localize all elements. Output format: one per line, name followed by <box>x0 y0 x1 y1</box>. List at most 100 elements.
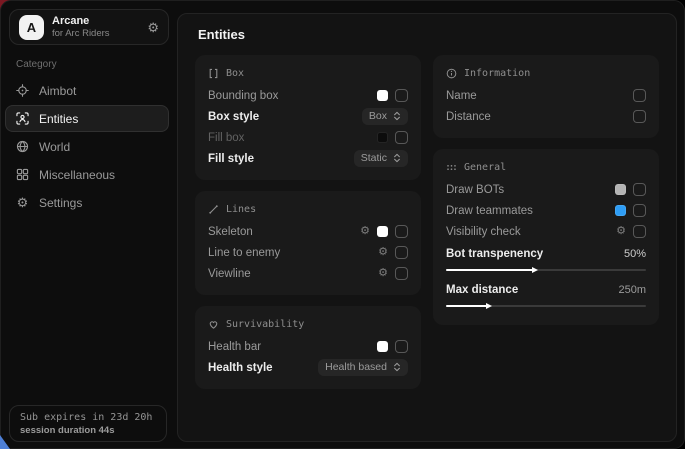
panel-title: General <box>464 162 506 173</box>
row-draw-teammates: Draw teammates <box>446 200 646 221</box>
select-value: Box <box>369 111 387 123</box>
row-bounding-box: Bounding box <box>208 85 408 106</box>
sidebar-item-label: Miscellaneous <box>39 168 115 182</box>
heart-icon <box>208 319 219 330</box>
row-label: Draw teammates <box>446 205 533 217</box>
sidebar-item-miscellaneous[interactable]: Miscellaneous <box>5 161 169 188</box>
row-label: Visibility check <box>446 226 521 238</box>
panel-lines: Lines Skeleton ⚙ Line to enemy ⚙ <box>195 191 421 295</box>
color-swatch[interactable] <box>615 184 626 195</box>
app-window: A Arcane for Arc Riders ⚙ Category Aimbo… <box>0 0 685 449</box>
chevron-updown-icon <box>393 111 401 121</box>
row-label: Draw BOTs <box>446 184 504 196</box>
row-label: Line to enemy <box>208 247 280 259</box>
gear-icon[interactable]: ⚙ <box>378 247 388 258</box>
slider-fill[interactable] <box>446 305 490 307</box>
slider-bot-transparency: Bot transpenency 50% <box>446 242 646 271</box>
row-fill-style: Fill style Static <box>208 148 408 169</box>
gear-icon[interactable]: ⚙ <box>147 21 159 34</box>
chevron-updown-icon <box>393 153 401 163</box>
row-skeleton: Skeleton ⚙ <box>208 221 408 242</box>
row-label: Bounding box <box>208 90 278 102</box>
health-style-select[interactable]: Health based <box>318 359 408 377</box>
slider-track[interactable] <box>446 269 646 271</box>
slider-fill[interactable] <box>446 269 536 271</box>
row-name: Name <box>446 85 646 106</box>
sidebar-item-entities[interactable]: Entities <box>5 105 169 132</box>
globe-icon <box>16 140 29 153</box>
slider-value: 50% <box>624 248 646 260</box>
sidebar-item-label: Settings <box>39 196 82 210</box>
row-viewline: Viewline ⚙ <box>208 263 408 284</box>
gear-icon[interactable]: ⚙ <box>378 268 388 279</box>
entity-scan-icon <box>16 112 29 125</box>
row-label: Health style <box>208 362 273 374</box>
row-fill-box: Fill box <box>208 127 408 148</box>
checkbox[interactable] <box>633 110 646 123</box>
checkbox[interactable] <box>395 225 408 238</box>
panel-information: Information Name Distance <box>433 55 659 138</box>
checkbox[interactable] <box>395 340 408 353</box>
gear-icon: ⚙ <box>16 196 29 209</box>
row-health-style: Health style Health based <box>208 357 408 378</box>
sidebar-item-aimbot[interactable]: Aimbot <box>5 77 169 104</box>
left-column: Box Bounding box Box style Box <box>195 55 421 400</box>
session-duration-text: session duration 44s <box>20 424 156 437</box>
checkbox[interactable] <box>633 183 646 196</box>
sidebar: A Arcane for Arc Riders ⚙ Category Aimbo… <box>1 1 173 448</box>
sidebar-item-world[interactable]: World <box>5 133 169 160</box>
row-visibility-check: Visibility check ⚙ <box>446 221 646 242</box>
gear-icon[interactable]: ⚙ <box>616 226 626 237</box>
grid-icon <box>16 168 29 181</box>
row-label: Name <box>446 90 477 102</box>
app-title: Arcane <box>52 15 110 28</box>
info-icon <box>446 68 457 79</box>
gear-icon[interactable]: ⚙ <box>360 226 370 237</box>
color-swatch[interactable] <box>377 132 388 143</box>
panel-title: Survivability <box>226 319 304 330</box>
sidebar-nav: Aimbot Entities World <box>1 77 173 216</box>
category-label: Category <box>16 59 173 70</box>
row-label: Distance <box>446 111 491 123</box>
color-swatch[interactable] <box>377 341 388 352</box>
dots-grid-icon <box>446 162 457 173</box>
fill-style-select[interactable]: Static <box>354 150 408 168</box>
row-distance: Distance <box>446 106 646 127</box>
panel-general: General Draw BOTs Draw teammates <box>433 149 659 325</box>
panel-box: Box Bounding box Box style Box <box>195 55 421 180</box>
row-label: Health bar <box>208 341 261 353</box>
chevron-updown-icon <box>393 362 401 372</box>
color-swatch[interactable] <box>377 226 388 237</box>
row-line-to-enemy: Line to enemy ⚙ <box>208 242 408 263</box>
checkbox[interactable] <box>633 225 646 238</box>
checkbox[interactable] <box>395 131 408 144</box>
row-health-bar: Health bar <box>208 336 408 357</box>
checkbox[interactable] <box>395 246 408 259</box>
app-subtitle: for Arc Riders <box>52 28 110 39</box>
slider-value: 250m <box>618 284 646 296</box>
slider-label: Bot transpenency <box>446 248 543 260</box>
subscription-info: Sub expires in 23d 20h session duration … <box>9 405 167 442</box>
checkbox[interactable] <box>395 89 408 102</box>
brackets-icon <box>208 68 219 79</box>
select-value: Health based <box>325 362 387 374</box>
select-value: Static <box>361 153 387 165</box>
color-swatch[interactable] <box>615 205 626 216</box>
panel-title: Box <box>226 68 244 79</box>
sub-expiry-text: Sub expires in 23d 20h <box>20 411 156 424</box>
panel-survivability: Survivability Health bar Health style He… <box>195 306 421 389</box>
sidebar-item-settings[interactable]: ⚙ Settings <box>5 189 169 216</box>
panel-title: Lines <box>226 204 256 215</box>
slider-label: Max distance <box>446 284 518 296</box>
checkbox[interactable] <box>633 204 646 217</box>
color-swatch[interactable] <box>377 90 388 101</box>
main-panel: Entities Box Bounding box <box>177 13 677 442</box>
row-label: Fill box <box>208 132 244 144</box>
checkbox[interactable] <box>395 267 408 280</box>
row-label: Viewline <box>208 268 251 280</box>
slider-track[interactable] <box>446 305 646 307</box>
box-style-select[interactable]: Box <box>362 108 408 126</box>
row-label: Box style <box>208 111 259 123</box>
checkbox[interactable] <box>633 89 646 102</box>
sidebar-item-label: Entities <box>39 112 78 126</box>
